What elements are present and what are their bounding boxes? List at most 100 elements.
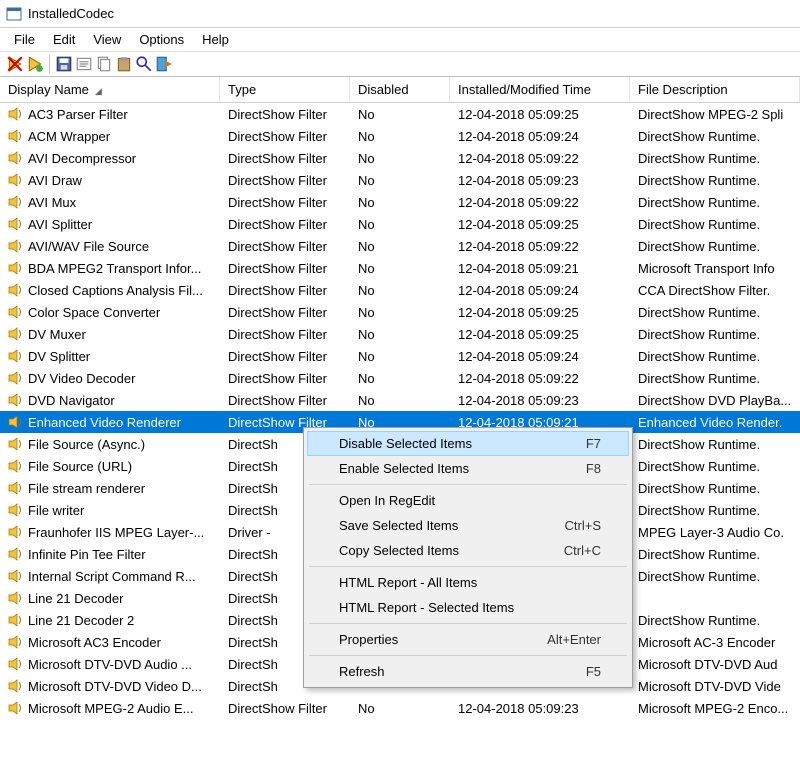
row-name: Enhanced Video Renderer: [28, 415, 181, 430]
row-name: Color Space Converter: [28, 305, 160, 320]
save-icon[interactable]: [55, 55, 73, 73]
table-row[interactable]: DV MuxerDirectShow FilterNo12-04-2018 05…: [0, 323, 800, 345]
context-menu-item[interactable]: Open In RegEdit: [307, 488, 629, 513]
row-time: 12-04-2018 05:09:22: [450, 239, 630, 254]
row-disabled: No: [350, 349, 450, 364]
speaker-icon: [8, 217, 24, 231]
context-menu-item[interactable]: Save Selected ItemsCtrl+S: [307, 513, 629, 538]
row-type: DirectShow Filter: [220, 283, 350, 298]
context-menu-item[interactable]: HTML Report - All Items: [307, 570, 629, 595]
find-icon[interactable]: [135, 55, 153, 73]
row-name: Microsoft DTV-DVD Audio ...: [28, 657, 192, 672]
row-desc: DirectShow Runtime.: [630, 327, 800, 342]
speaker-icon: [8, 437, 24, 451]
speaker-icon: [8, 151, 24, 165]
context-menu-item[interactable]: Enable Selected ItemsF8: [307, 456, 629, 481]
speaker-icon: [8, 525, 24, 539]
table-row[interactable]: DV Video DecoderDirectShow FilterNo12-04…: [0, 367, 800, 389]
speaker-icon: [8, 547, 24, 561]
row-desc: DirectShow Runtime.: [630, 371, 800, 386]
speaker-icon: [8, 129, 24, 143]
speaker-icon: [8, 371, 24, 385]
row-type: DirectShow Filter: [220, 327, 350, 342]
table-row[interactable]: Closed Captions Analysis Fil...DirectSho…: [0, 279, 800, 301]
context-menu-item[interactable]: HTML Report - Selected Items: [307, 595, 629, 620]
toolbar: [0, 51, 800, 77]
col-type[interactable]: Type: [220, 77, 350, 102]
menu-file[interactable]: File: [6, 30, 43, 49]
menu-item-label: HTML Report - Selected Items: [339, 600, 514, 615]
table-row[interactable]: DVD NavigatorDirectShow FilterNo12-04-20…: [0, 389, 800, 411]
table-row[interactable]: AVI DecompressorDirectShow FilterNo12-04…: [0, 147, 800, 169]
paste-icon[interactable]: [115, 55, 133, 73]
row-name: DV Splitter: [28, 349, 90, 364]
disable-icon[interactable]: [6, 55, 24, 73]
row-type: DirectShow Filter: [220, 701, 350, 716]
row-desc: Microsoft DTV-DVD Vide: [630, 679, 800, 694]
table-row[interactable]: AVI MuxDirectShow FilterNo12-04-2018 05:…: [0, 191, 800, 213]
table-row[interactable]: AC3 Parser FilterDirectShow FilterNo12-0…: [0, 103, 800, 125]
row-time: 12-04-2018 05:09:22: [450, 371, 630, 386]
table-row[interactable]: ACM WrapperDirectShow FilterNo12-04-2018…: [0, 125, 800, 147]
menu-item-shortcut: F8: [586, 461, 601, 476]
properties-icon[interactable]: [75, 55, 93, 73]
row-disabled: No: [350, 239, 450, 254]
row-disabled: No: [350, 305, 450, 320]
menu-edit[interactable]: Edit: [45, 30, 83, 49]
copy-icon[interactable]: [95, 55, 113, 73]
row-desc: DirectShow Runtime.: [630, 437, 800, 452]
menu-item-label: Copy Selected Items: [339, 543, 459, 558]
row-name: Fraunhofer IIS MPEG Layer-...: [28, 525, 204, 540]
row-disabled: No: [350, 107, 450, 122]
table-row[interactable]: Color Space ConverterDirectShow FilterNo…: [0, 301, 800, 323]
row-desc: CCA DirectShow Filter.: [630, 283, 800, 298]
col-disabled[interactable]: Disabled: [350, 77, 450, 102]
row-type: DirectShow Filter: [220, 173, 350, 188]
context-menu-item[interactable]: Disable Selected ItemsF7: [307, 431, 629, 456]
menu-separator: [309, 484, 627, 485]
col-time[interactable]: Installed/Modified Time: [450, 77, 630, 102]
row-type: DirectShow Filter: [220, 393, 350, 408]
speaker-icon: [8, 239, 24, 253]
speaker-icon: [8, 635, 24, 649]
menu-view[interactable]: View: [85, 30, 129, 49]
row-name: Microsoft MPEG-2 Audio E...: [28, 701, 193, 716]
speaker-icon: [8, 305, 24, 319]
menu-item-label: Disable Selected Items: [339, 436, 472, 451]
table-row[interactable]: DV SplitterDirectShow FilterNo12-04-2018…: [0, 345, 800, 367]
row-name: BDA MPEG2 Transport Infor...: [28, 261, 201, 276]
context-menu-item[interactable]: Copy Selected ItemsCtrl+C: [307, 538, 629, 563]
table-row[interactable]: BDA MPEG2 Transport Infor...DirectShow F…: [0, 257, 800, 279]
row-desc: MPEG Layer-3 Audio Co.: [630, 525, 800, 540]
row-disabled: No: [350, 173, 450, 188]
menu-help[interactable]: Help: [194, 30, 237, 49]
table-row[interactable]: AVI/WAV File SourceDirectShow FilterNo12…: [0, 235, 800, 257]
row-name: AVI/WAV File Source: [28, 239, 149, 254]
row-disabled: No: [350, 327, 450, 342]
row-time: 12-04-2018 05:09:24: [450, 283, 630, 298]
row-desc: DirectShow Runtime.: [630, 239, 800, 254]
row-desc: DirectShow Runtime.: [630, 129, 800, 144]
row-name: DVD Navigator: [28, 393, 115, 408]
row-disabled: No: [350, 151, 450, 166]
row-name: Microsoft AC3 Encoder: [28, 635, 161, 650]
row-desc: Microsoft DTV-DVD Aud: [630, 657, 800, 672]
row-time: 12-04-2018 05:09:25: [450, 107, 630, 122]
row-type: DirectShow Filter: [220, 371, 350, 386]
table-row[interactable]: Microsoft MPEG-2 Audio E... DirectShow Fi…: [0, 697, 800, 719]
menu-item-label: Save Selected Items: [339, 518, 458, 533]
context-menu-item[interactable]: PropertiesAlt+Enter: [307, 627, 629, 652]
col-desc[interactable]: File Description: [630, 77, 800, 102]
table-row[interactable]: AVI DrawDirectShow FilterNo12-04-2018 05…: [0, 169, 800, 191]
row-desc: DirectShow Runtime.: [630, 173, 800, 188]
enable-icon[interactable]: [26, 55, 44, 73]
table-row[interactable]: AVI SplitterDirectShow FilterNo12-04-201…: [0, 213, 800, 235]
speaker-icon: [8, 327, 24, 341]
row-time: 12-04-2018 05:09:22: [450, 195, 630, 210]
context-menu-item[interactable]: RefreshF5: [307, 659, 629, 684]
col-display-name[interactable]: Display Name◢: [0, 77, 220, 102]
row-time: 12-04-2018 05:09:22: [450, 151, 630, 166]
app-icon: [6, 6, 22, 22]
menu-options[interactable]: Options: [131, 30, 192, 49]
exit-icon[interactable]: [155, 55, 173, 73]
